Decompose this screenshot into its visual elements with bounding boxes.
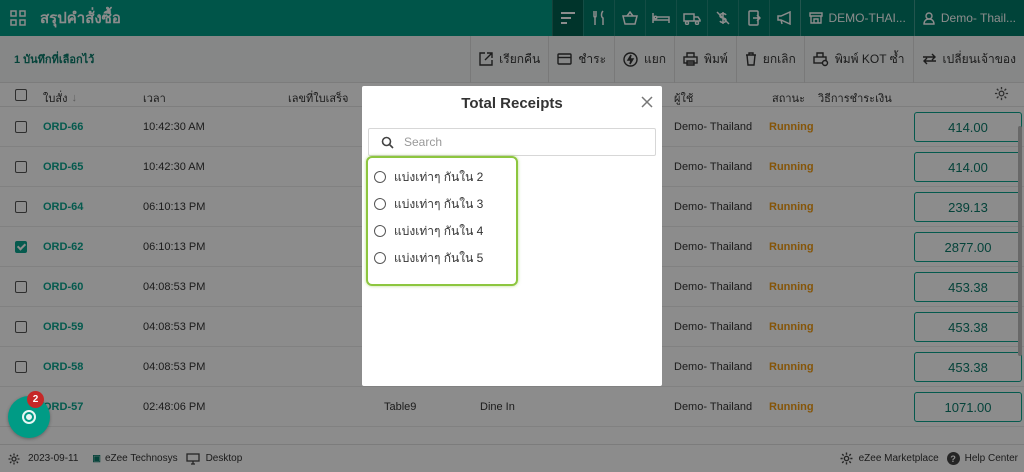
- split-option-3[interactable]: แบ่งเท่าๆ กันใน 3: [374, 195, 483, 213]
- dialog-title: Total Receipts: [461, 95, 563, 112]
- radio-button[interactable]: [374, 252, 386, 264]
- search-icon: [381, 136, 394, 149]
- split-option-label: แบ่งเท่าๆ กันใน 3: [394, 196, 484, 211]
- split-option-label: แบ่งเท่าๆ กันใน 4: [394, 223, 484, 238]
- search-field[interactable]: [368, 128, 656, 156]
- notification-fab-button[interactable]: 2: [8, 391, 50, 438]
- radio-button[interactable]: [374, 171, 386, 183]
- split-option-label: แบ่งเท่าๆ กันใน 5: [394, 250, 484, 265]
- close-icon[interactable]: [640, 95, 654, 109]
- total-receipts-dialog: Total Receipts แบ่งเท่าๆ กันใน 2 แบ่งเท่…: [362, 86, 662, 386]
- search-input[interactable]: [404, 135, 644, 149]
- split-option-4[interactable]: แบ่งเท่าๆ กันใน 4: [374, 222, 483, 240]
- radio-button[interactable]: [374, 198, 386, 210]
- notification-count-badge: 2: [27, 391, 44, 408]
- radio-button[interactable]: [374, 225, 386, 237]
- split-option-label: แบ่งเท่าๆ กันใน 2: [394, 169, 484, 184]
- split-option-2[interactable]: แบ่งเท่าๆ กันใน 2: [374, 168, 483, 186]
- notification-icon: [22, 410, 36, 424]
- receipt-split-options: แบ่งเท่าๆ กันใน 2 แบ่งเท่าๆ กันใน 3 แบ่ง…: [366, 156, 518, 286]
- split-option-5[interactable]: แบ่งเท่าๆ กันใน 5: [374, 249, 483, 267]
